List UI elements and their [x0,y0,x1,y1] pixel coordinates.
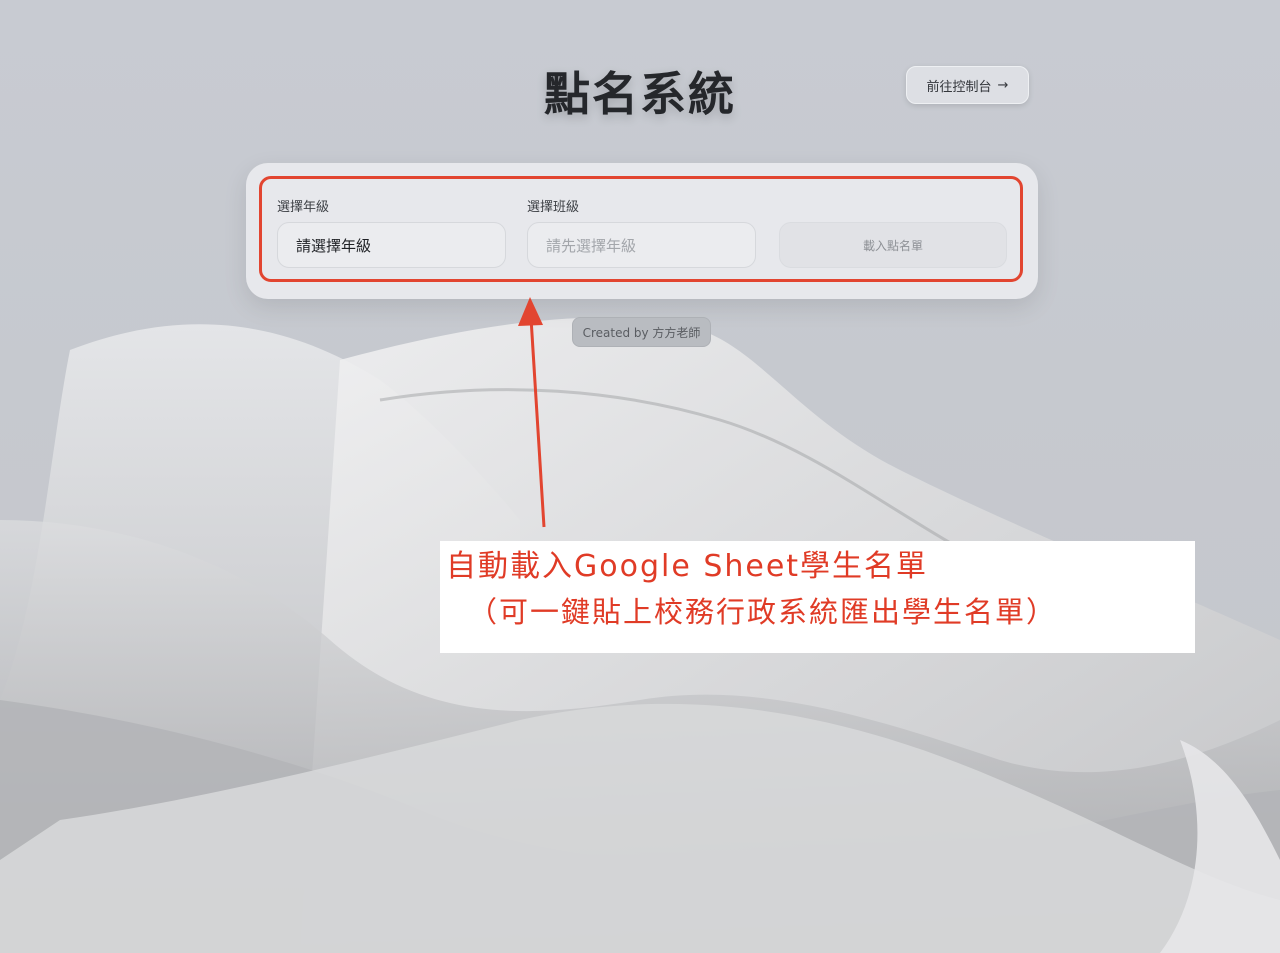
page-title: 點名系統 [544,67,736,121]
annotation-callout: 自動載入Google Sheet學生名單 （可一鍵貼上校務行政系統匯出學生名單） [440,541,1195,653]
annotation-line-1: 自動載入Google Sheet學生名單 [446,549,929,584]
go-to-console-button[interactable]: 前往控制台 → [906,66,1029,104]
annotation-highlight-box [259,176,1023,282]
console-button-label: 前往控制台 [926,79,992,95]
arrow-right-icon: → [997,77,1009,93]
background-wave-art [0,317,1280,953]
annotation-line-2: （可一鍵貼上校務行政系統匯出學生名單） [468,594,1058,629]
created-by-badge: Created by 方方老師 [572,317,711,347]
app-window: 點名系統 前往控制台 → 選擇年級 選擇班級 請選擇年級 請先選擇年級 載入點名… [0,0,1280,953]
